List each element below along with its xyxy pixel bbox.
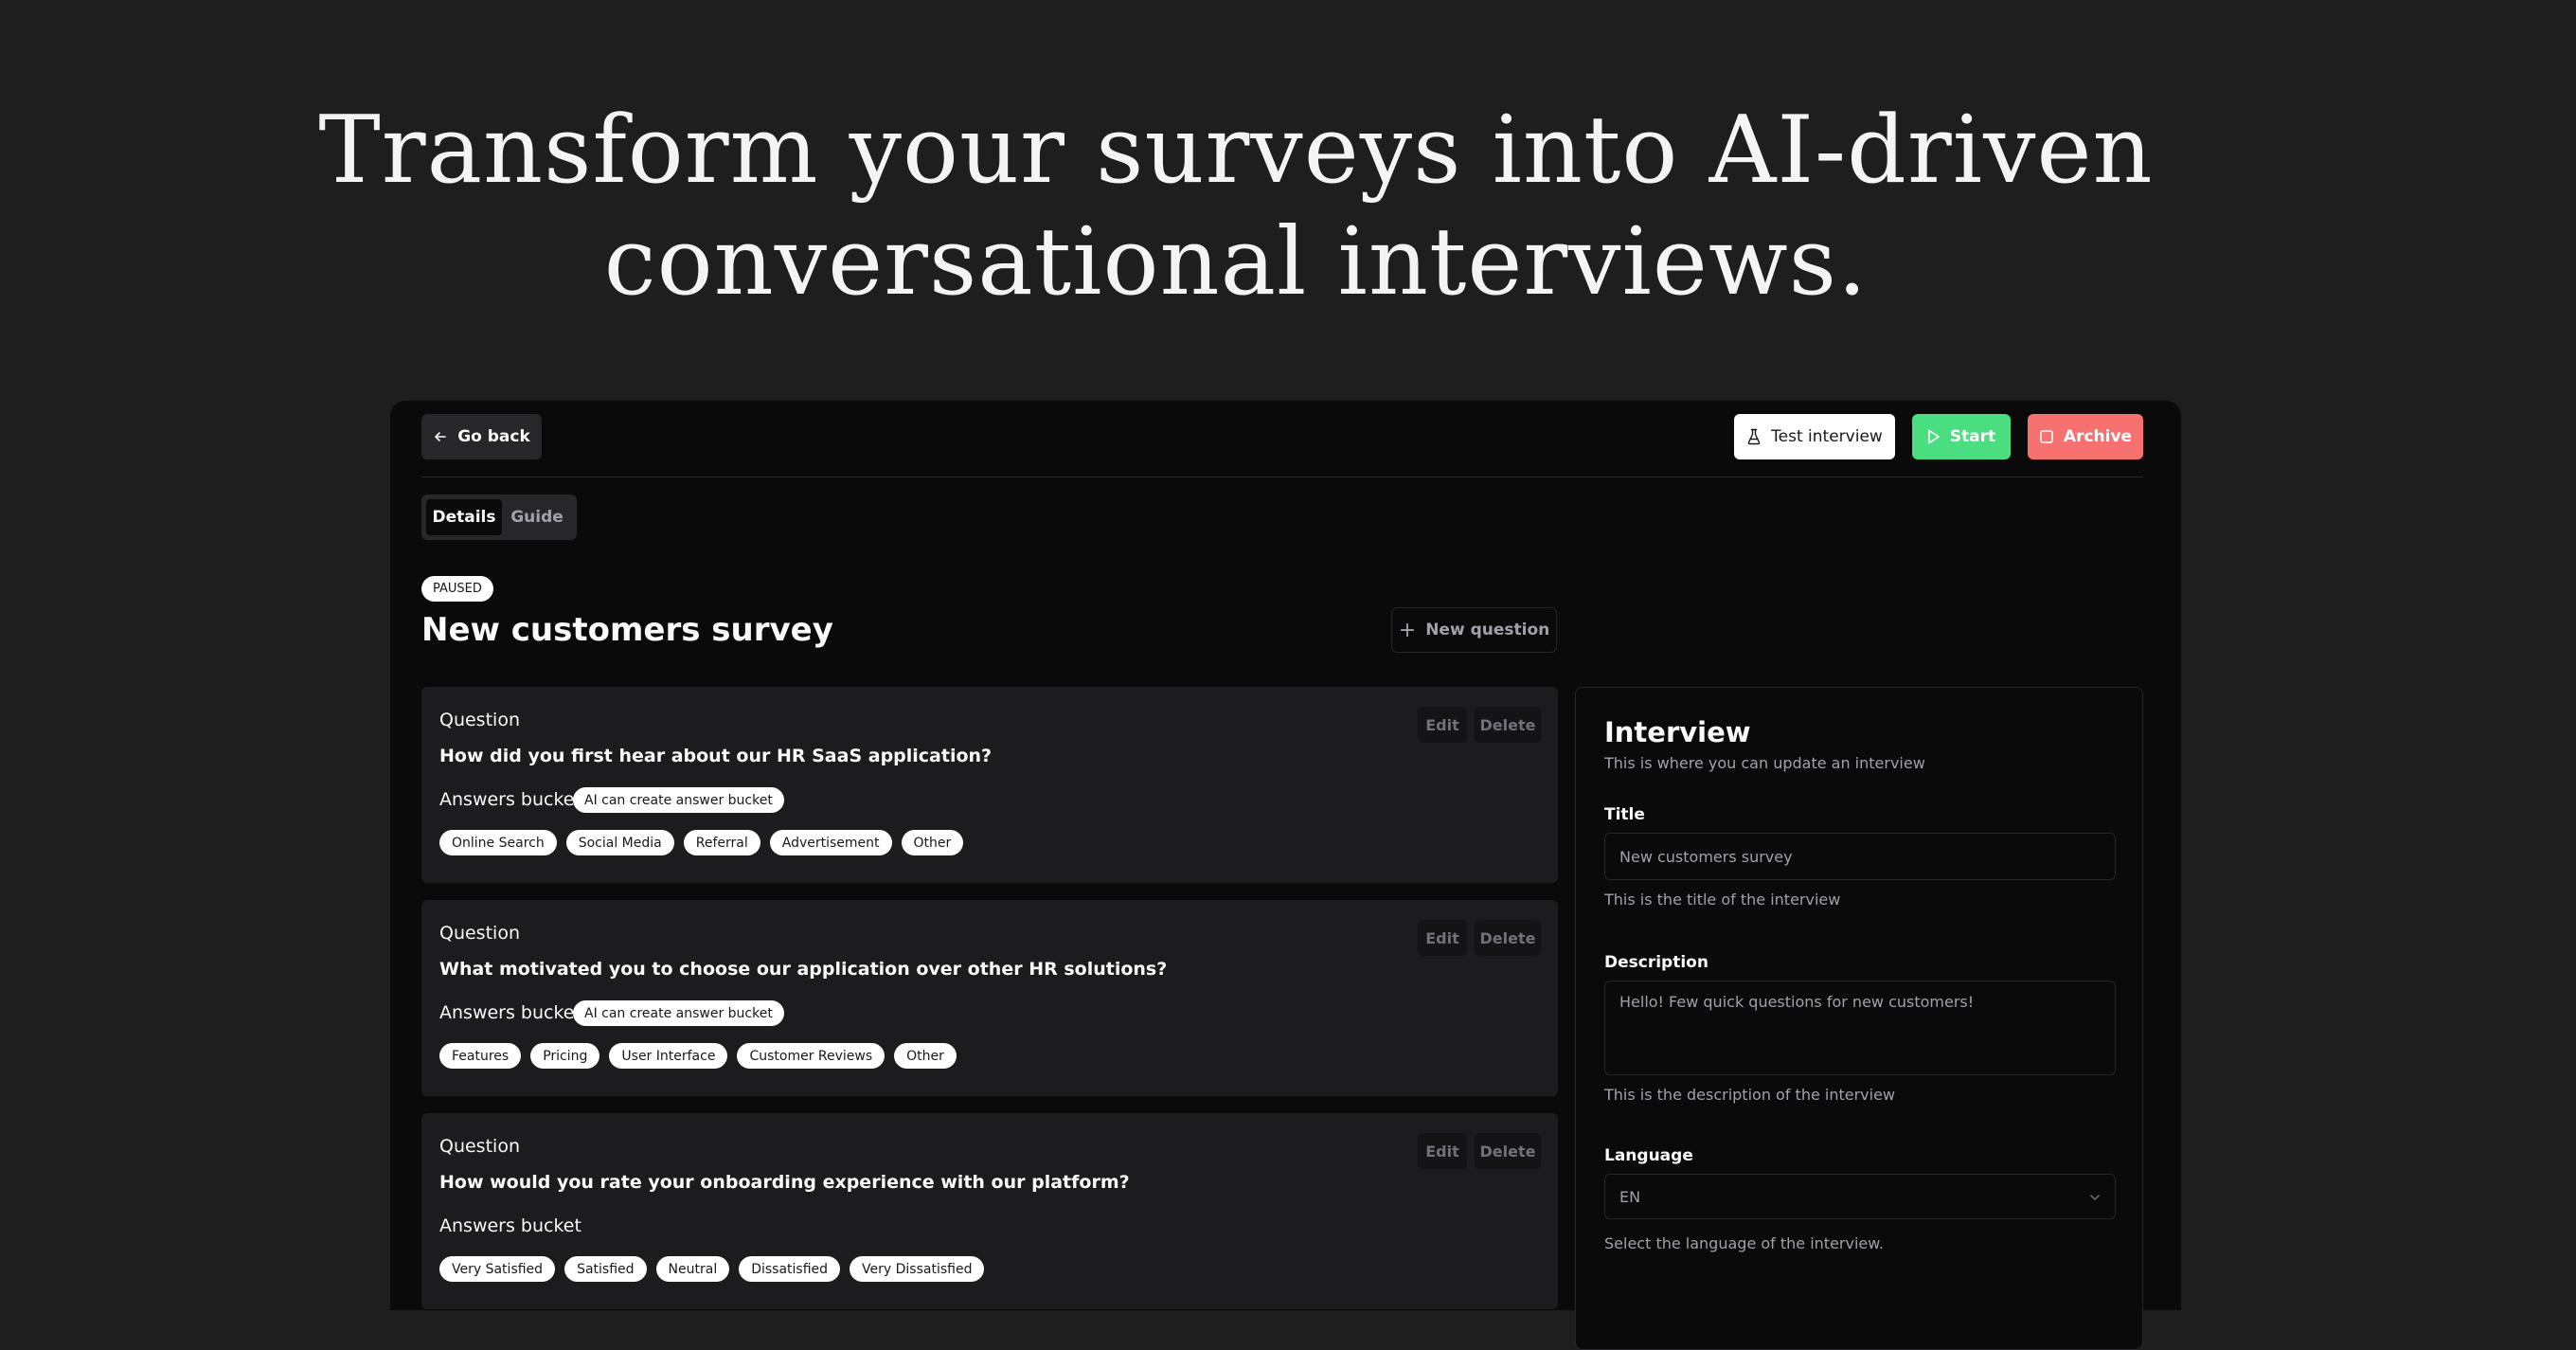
start-button[interactable]: Start	[1912, 414, 2011, 459]
app-window: Go back Test interview Start Archive Det…	[390, 401, 2181, 1350]
archive-button[interactable]: Archive	[2028, 414, 2143, 459]
language-select-value: EN	[1619, 1187, 1641, 1206]
arrow-left-icon	[435, 432, 447, 441]
hero-line-1: Transform your surveys into AI-driven	[318, 97, 2154, 205]
language-field-help: Select the language of the interview.	[1604, 1234, 1884, 1252]
archive-label: Archive	[2063, 427, 2133, 446]
flask-icon	[1747, 428, 1761, 445]
question-text: How would you rate your onboarding exper…	[439, 1172, 1130, 1193]
answer-tag: Features	[439, 1043, 522, 1069]
panel-subtitle: This is where you can update an intervie…	[1604, 754, 1925, 772]
test-interview-label: Test interview	[1771, 427, 1883, 446]
answer-tags: Very Satisfied Satisfied Neutral Dissati…	[439, 1256, 985, 1282]
description-field[interactable]: Hello! Few quick questions for new custo…	[1604, 981, 2116, 1075]
answer-tag: Dissatisfied	[739, 1256, 841, 1282]
ai-answer-bucket-badge: AI can create answer bucket	[573, 1000, 784, 1026]
question-label: Question	[439, 710, 520, 730]
language-select[interactable]: EN	[1604, 1174, 2116, 1219]
answer-tag: Very Dissatisfied	[850, 1256, 985, 1282]
answer-tag: Very Satisfied	[439, 1256, 556, 1282]
hero-heading: Transform your surveys into AI-driven co…	[0, 95, 2472, 318]
answer-tag: Other	[901, 830, 964, 855]
answer-tag: Advertisement	[769, 830, 892, 855]
tab-guide[interactable]: Guide	[502, 499, 572, 535]
answer-tag: Social Media	[565, 830, 674, 855]
description-field-help: This is the description of the interview	[1604, 1086, 1896, 1104]
tab-details[interactable]: Details	[426, 499, 502, 535]
title-field-label: Title	[1604, 805, 1645, 824]
question-text: How did you first hear about our HR SaaS…	[439, 746, 993, 766]
answers-bucket-label: Answers bucket	[439, 789, 581, 810]
delete-question-button[interactable]: Delete	[1475, 707, 1541, 743]
interview-panel: Interview This is where you can update a…	[1575, 687, 2143, 1350]
plus-icon: +	[1398, 618, 1417, 642]
description-field-label: Description	[1604, 953, 1708, 972]
answer-tag: Neutral	[655, 1256, 730, 1282]
hero-line-2: conversational interviews.	[603, 208, 1869, 316]
question-label: Question	[439, 1136, 520, 1157]
tabs-list: Details Guide	[421, 495, 577, 540]
answer-tag: Customer Reviews	[737, 1043, 886, 1069]
question-text: What motivated you to choose our applica…	[439, 959, 1168, 980]
start-label: Start	[1949, 427, 1996, 446]
question-card: Question How did you first hear about ou…	[421, 687, 1558, 883]
delete-question-button[interactable]: Delete	[1475, 1133, 1541, 1169]
question-label: Question	[439, 923, 520, 944]
ai-answer-bucket-badge: AI can create answer bucket	[573, 787, 784, 813]
title-field[interactable]	[1604, 833, 2116, 880]
answer-tag: Other	[894, 1043, 957, 1069]
page-title: New customers survey	[421, 611, 833, 649]
go-back-button[interactable]: Go back	[421, 414, 542, 459]
answer-tag: Online Search	[439, 830, 557, 855]
go-back-label: Go back	[457, 427, 530, 446]
answers-bucket-label: Answers bucket	[439, 1215, 581, 1236]
square-icon	[2040, 430, 2053, 443]
question-card: Question What motivated you to choose ou…	[421, 900, 1558, 1096]
edit-question-button[interactable]: Edit	[1418, 1133, 1467, 1169]
new-question-button[interactable]: + New question	[1391, 607, 1557, 653]
language-field-label: Language	[1604, 1146, 1693, 1165]
edit-question-button[interactable]: Edit	[1418, 707, 1467, 743]
test-interview-button[interactable]: Test interview	[1734, 414, 1895, 459]
edit-question-button[interactable]: Edit	[1418, 920, 1467, 956]
top-toolbar: Go back Test interview Start Archive	[421, 414, 2143, 459]
delete-question-button[interactable]: Delete	[1475, 920, 1541, 956]
chevron-down-icon	[2090, 1195, 2100, 1200]
answer-tag: Referral	[683, 830, 760, 855]
play-icon	[1928, 429, 1940, 444]
panel-title: Interview	[1604, 716, 1751, 748]
answers-bucket-label: Answers bucket	[439, 1002, 581, 1023]
status-badge: PAUSED	[421, 576, 493, 602]
answer-tags: Features Pricing User Interface Customer…	[439, 1043, 957, 1069]
answer-tag: Pricing	[530, 1043, 600, 1069]
answer-tag: Satisfied	[564, 1256, 647, 1282]
answer-tags: Online Search Social Media Referral Adve…	[439, 830, 964, 855]
answer-tag: User Interface	[609, 1043, 728, 1069]
title-field-help: This is the title of the interview	[1604, 891, 1841, 909]
new-question-label: New question	[1425, 621, 1550, 639]
question-card: Question How would you rate your onboard…	[421, 1113, 1558, 1309]
